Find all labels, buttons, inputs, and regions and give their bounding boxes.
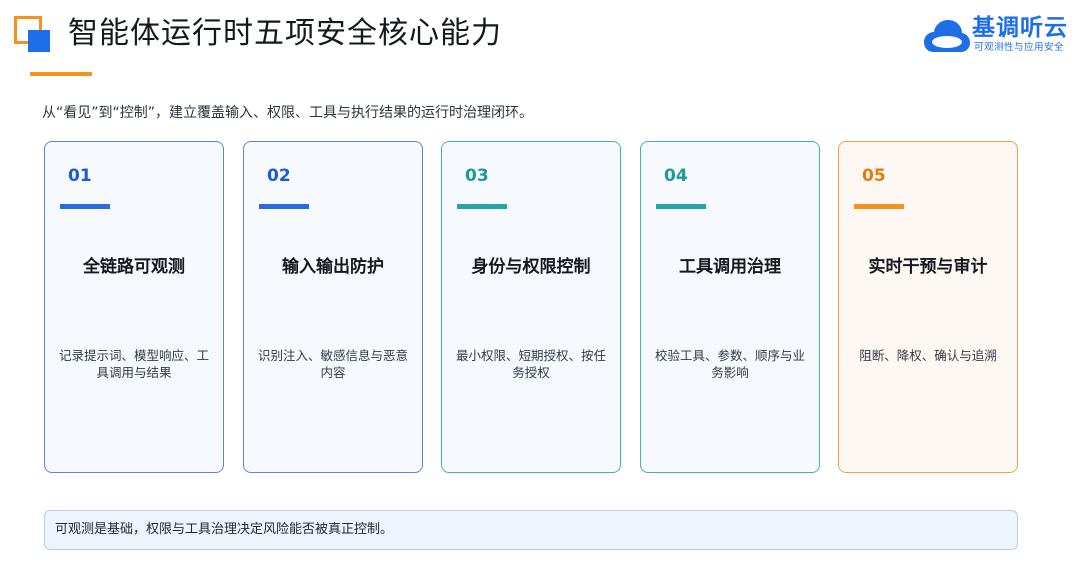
capability-card-5: 05 实时干预与审计 阻断、降权、确认与追溯: [838, 141, 1018, 473]
slide: 智能体运行时五项安全核心能力 基调听云 可观测性与应用安全 从“看见”到“控制”…: [0, 0, 1080, 572]
card-heading: 身份与权限控制: [471, 257, 591, 277]
card-heading: 实时干预与审计: [868, 257, 988, 277]
card-number: 02: [267, 166, 291, 186]
card-accent-bar: [60, 204, 110, 209]
brand-logo: 基调听云 可观测性与应用安全: [924, 12, 1068, 56]
capability-cards: 01 全链路可观测 记录提示词、模型响应、工具调用与结果 02 输入输出防护 识…: [44, 141, 1020, 473]
card-heading: 输入输出防护: [282, 257, 384, 277]
card-description: 识别注入、敏感信息与恶意内容: [258, 348, 409, 380]
footer-note: 可观测是基础，权限与工具治理决定风险能否被真正控制。: [44, 510, 1018, 550]
cloud-logo-icon: [924, 20, 970, 52]
title-decoration-icon: [14, 16, 52, 52]
card-accent-bar: [259, 204, 309, 209]
card-heading: 工具调用治理: [679, 257, 781, 277]
capability-card-2: 02 输入输出防护 识别注入、敏感信息与恶意内容: [243, 141, 423, 473]
brand-name: 基调听云: [972, 15, 1068, 41]
page-subtitle: 从“看见”到“控制”，建立覆盖输入、权限、工具与执行结果的运行时治理闭环。: [42, 105, 534, 121]
card-accent-bar: [656, 204, 706, 209]
card-number: 04: [664, 166, 688, 186]
capability-card-4: 04 工具调用治理 校验工具、参数、顺序与业务影响: [640, 141, 820, 473]
capability-card-1: 01 全链路可观测 记录提示词、模型响应、工具调用与结果: [44, 141, 224, 473]
card-heading: 全链路可观测: [83, 257, 185, 277]
page-title: 智能体运行时五项安全核心能力: [68, 16, 502, 51]
card-number: 05: [862, 166, 886, 186]
card-description: 最小权限、短期授权、按任务授权: [456, 348, 607, 380]
capability-card-3: 03 身份与权限控制 最小权限、短期授权、按任务授权: [441, 141, 621, 473]
card-accent-bar: [854, 204, 904, 209]
card-accent-bar: [457, 204, 507, 209]
card-description: 校验工具、参数、顺序与业务影响: [655, 348, 806, 380]
brand-tagline: 可观测性与应用安全: [974, 42, 1065, 53]
card-number: 03: [465, 166, 489, 186]
title-underline: [30, 72, 92, 76]
card-description: 记录提示词、模型响应、工具调用与结果: [59, 348, 210, 380]
card-description: 阻断、降权、确认与追溯: [859, 348, 997, 363]
card-number: 01: [68, 166, 92, 186]
